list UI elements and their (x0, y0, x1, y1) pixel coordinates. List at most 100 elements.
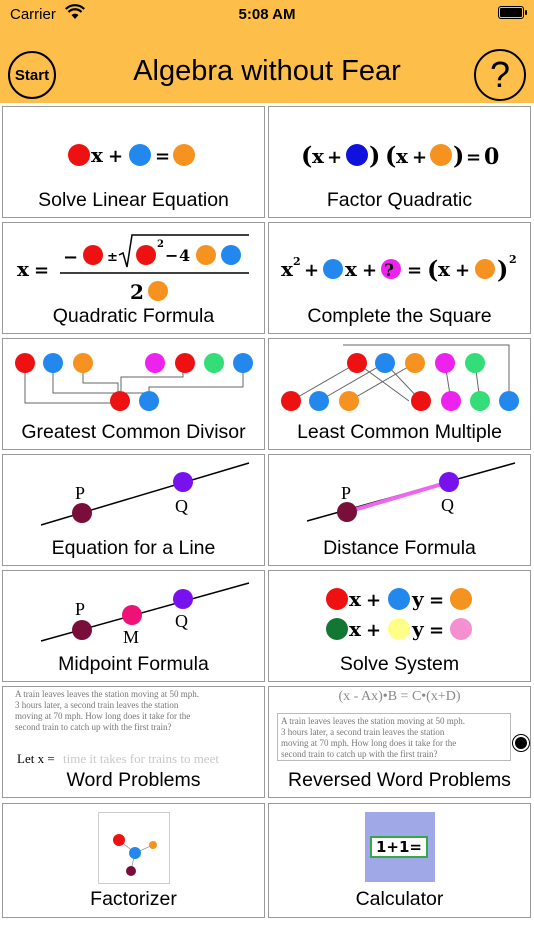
tile-quadratic-formula[interactable]: x = − ± 2 − 4 2 Quadratic Formula (2, 222, 265, 334)
magenta-dot (441, 391, 461, 411)
point-q-dot (439, 472, 459, 492)
orange-dot (196, 245, 216, 265)
calculator-thumbnail: 1+1= (365, 812, 435, 882)
magenta-dot (145, 353, 165, 373)
green-dot (470, 391, 490, 411)
var-x: x (345, 257, 358, 281)
answer-hint: time it takes for trains to meet (63, 751, 219, 766)
factor-quadratic-icon: ( x + ) ( x + ) = 0 (301, 141, 499, 170)
reversed-formula: (x - Ax)•B = C•(x+D) (338, 689, 461, 704)
point-p-dot (72, 620, 92, 640)
var-x: x (349, 617, 362, 641)
reversed-text-box: A train leaves leaves the station moving… (277, 713, 511, 761)
blue-dot (129, 144, 151, 166)
green-dot (465, 353, 485, 373)
help-button[interactable]: ? (474, 49, 526, 101)
blue-dot (388, 588, 410, 610)
red-dot (175, 353, 195, 373)
orange-dot (405, 353, 425, 373)
plus-sign: + (366, 590, 381, 611)
red-dot (110, 391, 130, 411)
gcd-icon (15, 353, 253, 411)
tile-greatest-common-divisor[interactable]: Greatest Common Divisor (2, 338, 265, 450)
var-y: y (411, 587, 425, 611)
plus-minus: ± (107, 250, 118, 265)
tile-complete-the-square[interactable]: x 2 + x + ? = ( x + ) 2 Complete the Squ… (268, 222, 531, 334)
red-dot (326, 588, 348, 610)
point-p-dot (72, 503, 92, 523)
blue-dot (323, 259, 343, 279)
tile-label: Factor Quadratic (326, 189, 473, 211)
tile-factorizer[interactable]: Factorizer (2, 803, 265, 918)
solve-system-icon: x + y = x + y = (326, 587, 472, 641)
lcm-icon (281, 344, 519, 411)
equals-sign: = (155, 146, 170, 167)
point-q-dot (173, 472, 193, 492)
var-x: x (438, 257, 451, 281)
point-p-label: P (75, 599, 85, 619)
line (40, 462, 250, 526)
green-dot (204, 353, 224, 373)
tile-label: Quadratic Formula (52, 305, 215, 327)
tile-equation-for-a-line[interactable]: P Q Equation for a Line (2, 454, 265, 566)
blue-dot (375, 353, 395, 373)
blue-dot (233, 353, 253, 373)
four: 4 (179, 246, 190, 265)
open-paren: ( (427, 255, 438, 284)
tile-reversed-word-problems[interactable]: (x - Ax)•B = C•(x+D) A train leaves leav… (268, 686, 531, 798)
plus-sign: + (366, 620, 381, 641)
plus-sign: + (108, 146, 123, 167)
tile-label: Least Common Multiple (297, 421, 502, 443)
equals-sign: = (466, 147, 481, 168)
blue-dot (309, 391, 329, 411)
plus-sign: + (412, 147, 427, 168)
quadratic-formula-icon: x = − ± 2 − 4 2 (17, 234, 249, 304)
orange-dot (339, 391, 359, 411)
battery-icon (498, 6, 527, 19)
orange-dot (148, 281, 168, 301)
complete-square-icon: x 2 + x + ? = ( x + ) 2 (281, 253, 517, 284)
tile-least-common-multiple[interactable]: Least Common Multiple (268, 338, 531, 450)
zero: 0 (484, 144, 499, 170)
tile-label: Midpoint Formula (58, 653, 209, 675)
calculator-display: 1+1= (370, 836, 428, 858)
tile-solve-linear-equation[interactable]: x + = Solve Linear Equation (2, 106, 265, 218)
tile-label: Greatest Common Divisor (21, 421, 246, 443)
red-dot (281, 391, 301, 411)
orange-dot (173, 144, 195, 166)
tile-label: Complete the Square (307, 305, 492, 327)
blue-dot (43, 353, 63, 373)
tile-calculator[interactable]: 1+1= Calculator (268, 803, 531, 918)
linear-equation-icon: x + = (68, 143, 195, 167)
tile-solve-system[interactable]: x + y = x + y = Solve System (268, 570, 531, 682)
tile-distance-formula[interactable]: P Q Distance Formula (268, 454, 531, 566)
red-dot (347, 353, 367, 373)
point-q-label: Q (441, 495, 454, 515)
tile-midpoint-formula[interactable]: P M Q Midpoint Formula (2, 570, 265, 682)
red-dot (83, 245, 103, 265)
point-q-label: Q (175, 496, 188, 516)
clock: 5:08 AM (238, 6, 296, 23)
tile-factor-quadratic[interactable]: ( x + ) ( x + ) = 0 Factor Quadratic (268, 106, 531, 218)
orange-dot (73, 353, 93, 373)
orange-dot (475, 259, 495, 279)
line (40, 582, 250, 642)
midpoint-formula-icon: P M Q (40, 582, 250, 647)
equals-sign: = (407, 260, 422, 281)
tile-label: Word Problems (66, 769, 201, 791)
yellow-dot (388, 618, 410, 640)
equals-sign: = (429, 590, 444, 611)
navy-dot (346, 144, 368, 166)
factorizer-thumbnail (98, 812, 170, 884)
tile-word-problems[interactable]: A train leaves leaves the station moving… (2, 686, 265, 798)
magenta-dot (435, 353, 455, 373)
red-dot (113, 834, 125, 846)
square-exponent: 2 (293, 255, 301, 268)
plus-sign: + (362, 260, 377, 281)
var-x: x (312, 144, 325, 168)
point-p-label: P (341, 483, 351, 503)
tile-label: Solve System (339, 653, 460, 675)
word-problem-text: A train leaves leaves the station moving… (15, 689, 199, 732)
radio-selected-icon (512, 734, 530, 752)
minus-sign: − (63, 247, 78, 268)
